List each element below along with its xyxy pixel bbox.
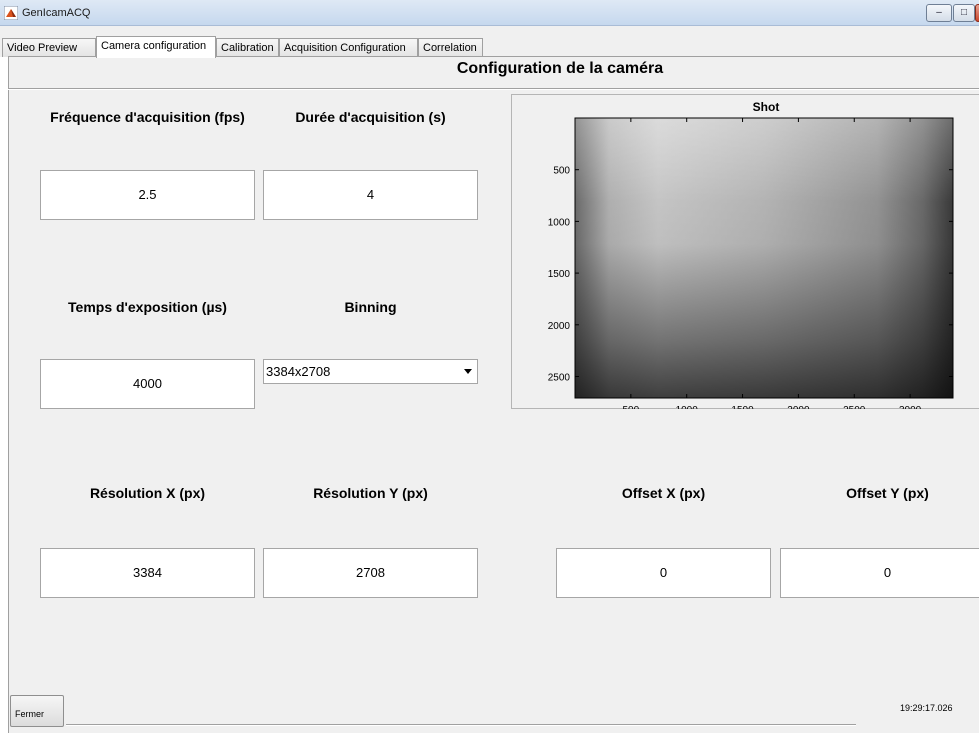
exposition-label: Temps d'exposition (µs) bbox=[68, 299, 227, 315]
fermer-button[interactable]: Fermer bbox=[10, 695, 64, 727]
x-tick-label: 1500 bbox=[731, 405, 754, 409]
binning-select[interactable]: 3384x2708 bbox=[263, 359, 478, 384]
tab-acquisition-configuration[interactable]: Acquisition Configuration bbox=[279, 38, 418, 57]
maximize-button[interactable]: □ bbox=[953, 4, 975, 22]
x-tick-label: 2500 bbox=[843, 405, 866, 409]
shot-title: Shot bbox=[753, 100, 780, 114]
minimize-button[interactable]: – bbox=[926, 4, 952, 22]
resolution-x-label: Résolution X (px) bbox=[89, 485, 206, 501]
timestamp: 19:29:17.026 bbox=[900, 703, 953, 713]
window-titlebar: GenIcamACQ – □ bbox=[0, 0, 979, 26]
offset-x-label: Offset X (px) bbox=[621, 485, 706, 501]
x-tick-label: 2000 bbox=[787, 405, 810, 409]
tab-correlation[interactable]: Correlation bbox=[418, 38, 483, 57]
close-window-button[interactable] bbox=[975, 4, 979, 22]
tab-video-preview[interactable]: Video Preview bbox=[2, 38, 96, 57]
shot-image bbox=[575, 118, 953, 398]
tab-camera-configuration[interactable]: Camera configuration bbox=[96, 36, 216, 58]
x-tick-label: 1000 bbox=[676, 405, 699, 409]
y-tick-label: 2500 bbox=[548, 372, 571, 383]
y-tick-label: 1500 bbox=[548, 269, 571, 280]
y-tick-label: 2000 bbox=[548, 321, 571, 332]
offset-y-input[interactable]: 0 bbox=[780, 548, 979, 598]
page-title: Configuration de la caméra bbox=[456, 60, 664, 77]
binning-label: Binning bbox=[344, 299, 397, 315]
resolution-x-input[interactable]: 3384 bbox=[40, 548, 255, 598]
tab-calibration[interactable]: Calibration bbox=[216, 38, 279, 57]
window-title: GenIcamACQ bbox=[22, 7, 91, 19]
resolution-y-input[interactable]: 2708 bbox=[263, 548, 478, 598]
shot-image-axes: Shot 500 1000 1500 2000 2500 3000 500 1000 1500 2… bbox=[548, 100, 954, 409]
x-tick-label: 3000 bbox=[899, 405, 922, 409]
frequence-label: Fréquence d'acquisition (fps) bbox=[50, 109, 245, 125]
status-divider bbox=[66, 724, 856, 726]
x-tick-label: 500 bbox=[623, 405, 640, 409]
resolution-y-label: Résolution Y (px) bbox=[313, 485, 428, 501]
dropdown-arrow-icon bbox=[464, 369, 472, 374]
exposition-input[interactable]: 4000 bbox=[40, 359, 255, 409]
duree-label: Durée d'acquisition (s) bbox=[295, 109, 446, 125]
binning-selected-value: 3384x2708 bbox=[266, 364, 331, 379]
offset-y-label: Offset Y (px) bbox=[846, 485, 929, 501]
frequence-input[interactable]: 2.5 bbox=[40, 170, 255, 220]
offset-x-input[interactable]: 0 bbox=[556, 548, 771, 598]
title-divider bbox=[8, 88, 979, 90]
y-tick-label: 500 bbox=[553, 166, 570, 177]
duree-input[interactable]: 4 bbox=[263, 170, 478, 220]
matlab-app-icon bbox=[4, 6, 18, 20]
y-tick-label: 1000 bbox=[548, 217, 571, 228]
tab-strip: Video Preview Camera configuration Calib… bbox=[0, 26, 979, 58]
